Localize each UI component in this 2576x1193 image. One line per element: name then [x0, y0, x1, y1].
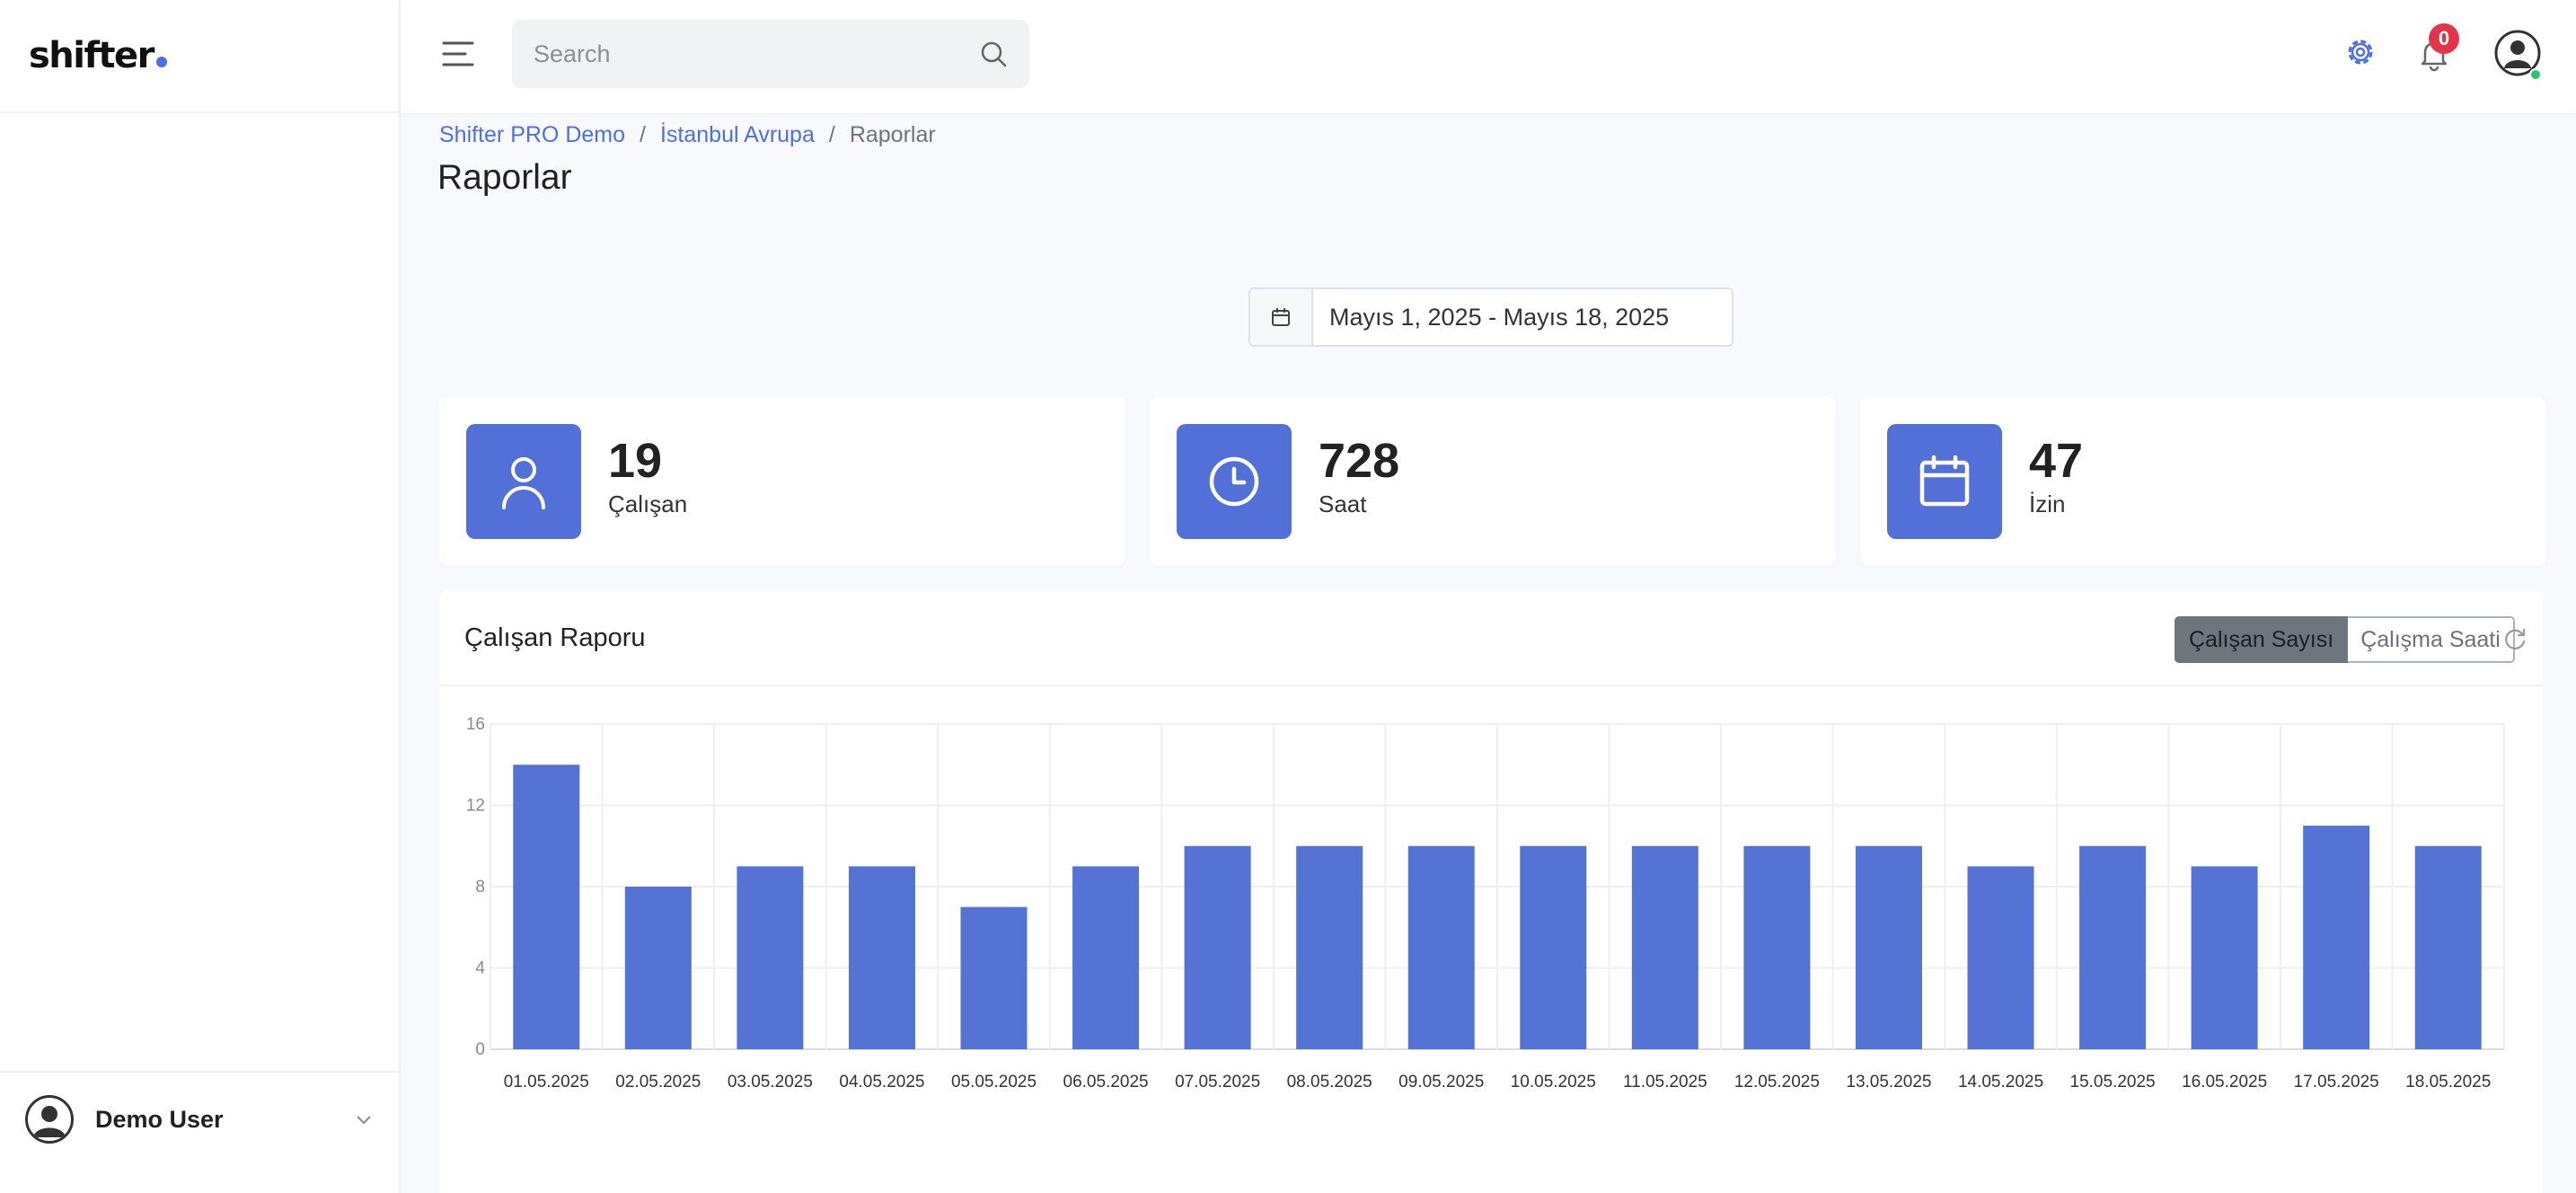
topbar: 0: [401, 0, 2576, 113]
bar: [1743, 845, 1811, 1049]
y-tick-label: 4: [475, 959, 485, 978]
employee-report-card: Çalışan Raporu Çalışan Sayısı Çalışma Sa…: [439, 591, 2543, 1193]
sidebar: shifter Demo User: [0, 0, 401, 1193]
bar: [1855, 845, 1922, 1049]
chart-mode-toggle: Çalışan Sayısı Çalışma Saati: [2175, 616, 2515, 663]
chevron-down-icon[interactable]: [354, 1109, 374, 1129]
x-tick-label: 13.05.2025: [1846, 1073, 1931, 1091]
user-avatar-icon: [25, 1095, 74, 1144]
employee-count-button[interactable]: Çalışan Sayısı: [2175, 616, 2349, 663]
x-tick-label: 04.05.2025: [839, 1073, 924, 1091]
logo-area: shifter: [0, 0, 399, 113]
stat-value: 47: [2029, 434, 2084, 488]
bar: [1967, 866, 2034, 1049]
bar: [624, 887, 692, 1049]
notification-count-badge: 0: [2429, 23, 2459, 54]
x-tick-label: 05.05.2025: [951, 1073, 1037, 1091]
gear-icon[interactable]: [2342, 34, 2378, 70]
breadcrumb-current: Raporlar: [849, 122, 936, 147]
hamburger-menu-icon[interactable]: [442, 40, 474, 68]
user-menu[interactable]: Demo User: [0, 1071, 399, 1193]
stat-label: Çalışan: [608, 490, 688, 517]
bar: [2414, 845, 2482, 1049]
y-tick-label: 16: [466, 715, 485, 734]
refresh-icon[interactable]: [2501, 625, 2528, 652]
breadcrumb-link-branch[interactable]: İstanbul Avrupa: [660, 122, 815, 148]
date-range-picker[interactable]: Mayıs 1, 2025 - Mayıs 18, 2025: [1248, 287, 1734, 347]
stat-card-hours: 728 Saat: [1150, 397, 1836, 566]
calendar-icon[interactable]: [1250, 289, 1313, 345]
bar: [960, 906, 1028, 1049]
x-tick-label: 18.05.2025: [2405, 1073, 2491, 1091]
breadcrumb: Shifter PRO Demo / İstanbul Avrupa / Rap…: [439, 122, 936, 148]
bar: [2079, 845, 2147, 1049]
search-input[interactable]: [534, 40, 979, 68]
x-tick-label: 09.05.2025: [1398, 1073, 1484, 1091]
bar: [1520, 845, 1587, 1049]
calendar-icon: [1887, 424, 2002, 539]
y-tick-label: 12: [466, 797, 485, 816]
date-range-value: Mayıs 1, 2025 - Mayıs 18, 2025: [1329, 303, 1670, 331]
online-status-dot: [2529, 68, 2542, 81]
x-tick-label: 16.05.2025: [2182, 1073, 2267, 1091]
stat-value: 728: [1319, 434, 1400, 488]
stat-card-employees: 19 Çalışan: [439, 397, 1125, 566]
employee-bar-chart: 0 4 8 12 16 01.05.2025 02.05.2025 03.05.2025 04.…: [466, 715, 2505, 1091]
breadcrumb-separator: /: [640, 122, 646, 147]
stat-label: İzin: [2029, 490, 2066, 517]
bar: [1296, 845, 1363, 1049]
stat-card-leave: 47 İzin: [1860, 397, 2546, 566]
work-hours-button[interactable]: Çalışma Saati: [2348, 616, 2515, 663]
x-tick-label: 14.05.2025: [1958, 1073, 2043, 1091]
x-tick-label: 02.05.2025: [615, 1073, 701, 1091]
x-tick-label: 03.05.2025: [728, 1073, 813, 1091]
bar: [1184, 845, 1251, 1049]
search-icon[interactable]: [979, 40, 1008, 68]
x-tick-label: 07.05.2025: [1175, 1073, 1260, 1091]
x-tick-label: 15.05.2025: [2070, 1073, 2156, 1091]
stat-value: 19: [608, 434, 663, 488]
user-name: Demo User: [95, 1105, 224, 1133]
x-tick-label: 17.05.2025: [2294, 1073, 2379, 1091]
x-tick-label: 12.05.2025: [1734, 1073, 1820, 1091]
x-tick-label: 06.05.2025: [1063, 1073, 1149, 1091]
chart-title: Çalışan Raporu: [464, 623, 646, 652]
bar: [1631, 845, 1698, 1049]
stat-label: Saat: [1319, 490, 1367, 517]
x-tick-label: 10.05.2025: [1511, 1073, 1596, 1091]
chart-header: Çalışan Raporu Çalışan Sayısı Çalışma Sa…: [439, 591, 2543, 686]
bar: [2191, 866, 2258, 1049]
page-title: Raporlar: [437, 158, 572, 197]
clock-icon: [1177, 424, 1292, 539]
y-tick-label: 0: [475, 1040, 485, 1059]
search-box: [512, 20, 1029, 88]
app-logo[interactable]: shifter: [29, 35, 167, 76]
bar: [1407, 845, 1475, 1049]
x-tick-label: 08.05.2025: [1287, 1073, 1372, 1091]
x-tick-label: 01.05.2025: [504, 1073, 589, 1091]
breadcrumb-link-company[interactable]: Shifter PRO Demo: [439, 122, 625, 148]
user-icon: [466, 424, 581, 539]
x-tick-label: 11.05.2025: [1623, 1073, 1707, 1091]
bar: [513, 764, 580, 1049]
breadcrumb-separator: /: [828, 122, 835, 147]
bar: [848, 866, 915, 1049]
y-tick-label: 8: [475, 878, 485, 897]
logo-dot: [155, 57, 167, 67]
bar: [1072, 866, 1140, 1049]
bar: [737, 866, 804, 1049]
bar: [2303, 826, 2370, 1049]
